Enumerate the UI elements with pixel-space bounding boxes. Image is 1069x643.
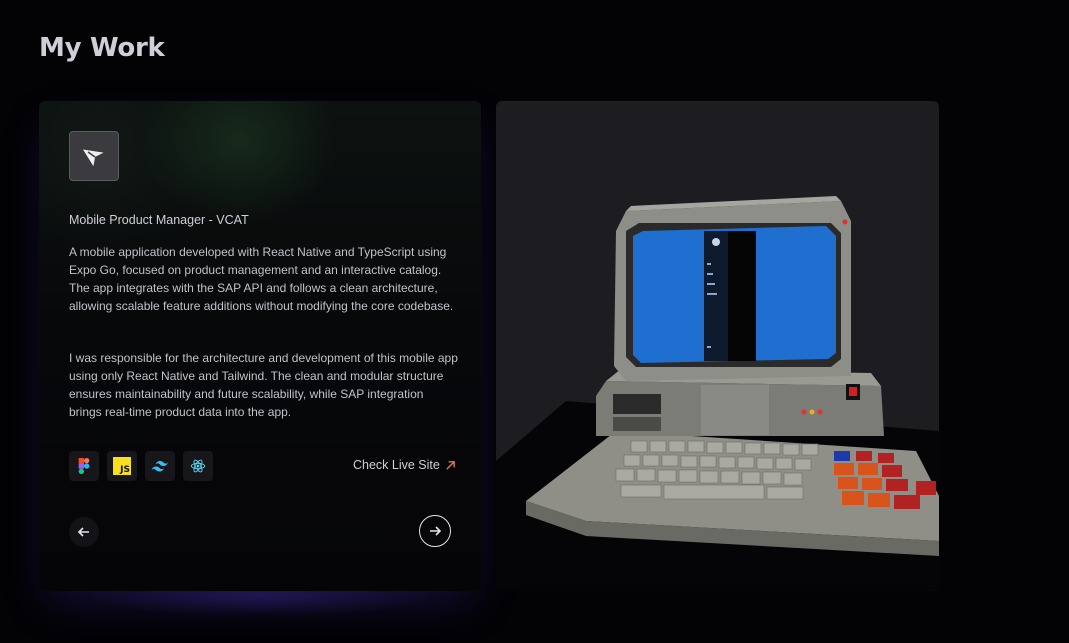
check-live-site-label: Check Live Site — [353, 458, 440, 472]
javascript-label: JS — [120, 465, 130, 475]
check-live-site-link[interactable]: Check Live Site — [353, 458, 456, 472]
arrow-cursor-logo-icon — [82, 149, 104, 167]
tech-tailwind — [145, 451, 175, 481]
arrow-left-icon — [77, 527, 89, 537]
project-description: A mobile application developed with Reac… — [69, 245, 454, 313]
tech-figma — [69, 451, 99, 481]
react-icon — [190, 459, 206, 473]
tech-react — [183, 451, 213, 481]
project-role-description: I was responsible for the architecture a… — [69, 351, 458, 419]
prev-project-button[interactable] — [69, 517, 99, 547]
tailwind-icon — [151, 460, 168, 471]
project-3d-preview[interactable] — [496, 101, 939, 591]
project-card: Mobile Product Manager - VCAT A mobile a… — [39, 101, 481, 591]
tech-javascript: JS — [107, 451, 137, 481]
arrow-up-right-icon — [446, 460, 455, 470]
next-project-button[interactable] — [419, 515, 451, 547]
arrow-right-icon — [430, 526, 442, 536]
project-logo — [69, 131, 119, 181]
project-title: Mobile Product Manager - VCAT — [69, 213, 249, 227]
javascript-icon: JS — [113, 457, 131, 475]
tech-stack: JS — [69, 451, 213, 481]
retro-computer-render — [496, 196, 939, 591]
page-title: My Work — [39, 33, 165, 63]
figma-icon — [78, 458, 90, 474]
